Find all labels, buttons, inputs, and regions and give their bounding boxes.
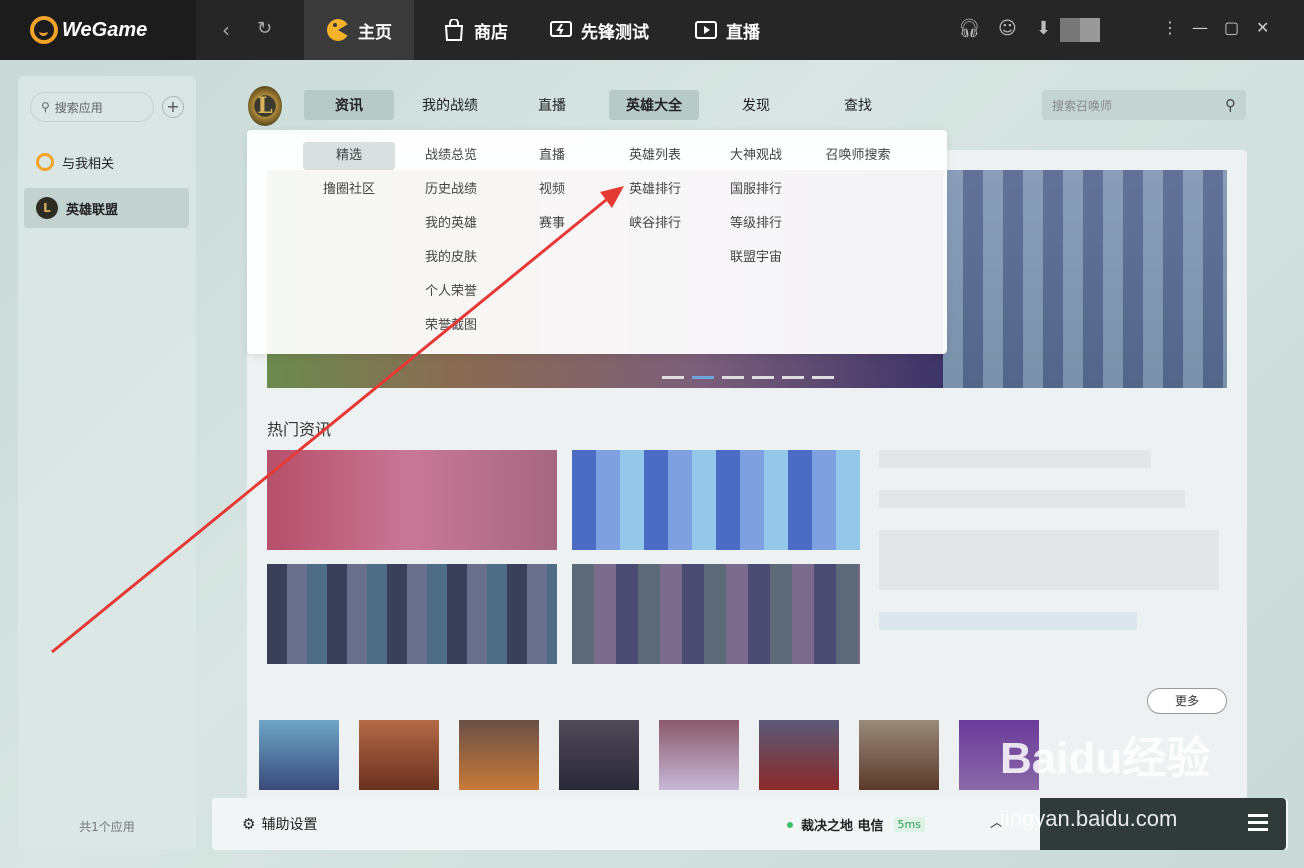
news-image[interactable] [267,564,557,664]
tab-home[interactable]: 主页 [304,0,414,60]
more-button[interactable]: 更多 [1147,688,1227,714]
pacman-icon [326,18,350,42]
tab-my-record[interactable]: 我的战绩 [408,90,492,120]
tab-news[interactable]: 资讯 [304,90,394,120]
brand-name: WeGame [62,18,148,41]
sidebar-item-label: 英雄联盟 [66,202,119,218]
menu-item-community[interactable]: 撸圈社区 [303,176,395,204]
avatar[interactable] [1060,18,1100,42]
carousel-dots[interactable] [662,376,834,379]
search-icon[interactable]: ⚲ [1225,96,1236,114]
menu-item-record-overview[interactable]: 战绩总览 [405,142,497,170]
download-icon[interactable]: ⬇︎ [1036,18,1051,39]
more-menu-icon[interactable]: ⋮ [1162,18,1178,37]
server-status-dot [787,821,793,828]
menu-item-hero-list[interactable]: 英雄列表 [609,142,701,170]
wegame-logo[interactable]: WeGame [0,0,196,60]
ping-badge: 5ms [893,817,925,832]
tab-live[interactable]: 直播 [672,0,782,60]
add-app-button[interactable]: + [162,96,184,118]
menu-item-server-ranking[interactable]: 国服排行 [710,176,802,204]
section-title: 热门资讯 [267,420,332,439]
menu-item-rift-ranking[interactable]: 峡谷排行 [609,210,701,238]
refresh-icon[interactable]: ↻ [257,18,272,39]
menu-item-history[interactable]: 历史战绩 [405,176,497,204]
menu-item-spectate[interactable]: 大神观战 [710,142,802,170]
maximize-icon[interactable]: ▢ [1224,18,1239,37]
menu-item-honor-screenshots[interactable]: 荣誉截图 [405,312,497,340]
app-count: 共1个应用 [79,820,135,834]
baidu-watermark: Baidu经验 [1000,734,1211,783]
app-search-input[interactable]: ⚲ 搜索应用 [30,92,154,122]
tab-live-label: 直播 [726,22,760,43]
menu-item-universe[interactable]: 联盟宇宙 [710,244,802,272]
baidu-watermark-url: jingyan.baidu.com [1000,806,1178,831]
back-arrow-icon[interactable]: ‹ [222,18,230,42]
heroes-dropdown-menu: 精选 撸圈社区 战绩总览 历史战绩 我的英雄 我的皮肤 个人荣誉 荣誉截图 直播… [247,130,947,354]
menu-item-video[interactable]: 视频 [506,176,598,204]
tab-discover[interactable]: 发现 [716,90,796,120]
sidebar: ⚲ 搜索应用 + 与我相关 L 英雄联盟 共1个应用 [18,76,196,850]
lightning-monitor-icon [549,18,573,42]
tab-store-label: 商店 [474,22,508,43]
wegame-related-icon [36,153,54,171]
search-icon: ⚲ [41,100,50,114]
app-search-placeholder: 搜索应用 [54,100,103,115]
assist-settings-label: 辅助设置 [261,817,318,833]
menu-item-honors[interactable]: 个人荣誉 [405,278,497,306]
hero-thumbnail[interactable] [659,720,739,790]
hero-thumbnail[interactable] [759,720,839,790]
news-list [879,450,1219,652]
menu-item-my-skins[interactable]: 我的皮肤 [405,244,497,272]
sidebar-item-related[interactable]: 与我相关 [24,142,189,182]
lol-logo[interactable]: L [248,86,282,126]
news-image[interactable] [572,564,860,664]
banner-mosaic [943,170,1227,388]
hero-thumbnail[interactable] [359,720,439,790]
hero-thumbnail[interactable] [559,720,639,790]
news-image[interactable] [572,450,860,550]
bag-icon [442,18,466,42]
play-icon [694,18,718,42]
wegame-logo-icon [30,16,58,44]
sidebar-item-label: 与我相关 [62,156,115,172]
gear-icon: ⚙ [242,815,256,833]
menu-item-hero-ranking[interactable]: 英雄排行 [609,176,701,204]
main-content: L 资讯 我的战绩 直播 英雄大全 发现 查找 搜索召唤师 ⚲ 热门资讯 更多 … [212,76,1304,816]
minimize-icon[interactable]: — [1192,18,1208,37]
tab-pioneer-test-label: 先锋测试 [581,22,649,43]
headset-icon[interactable]: 🎧︎ [958,18,981,39]
hero-thumbnail[interactable] [259,720,339,790]
hero-thumbnail[interactable] [459,720,539,790]
menu-item-my-heroes[interactable]: 我的英雄 [405,210,497,238]
close-icon[interactable]: ✕ [1256,18,1269,37]
summoner-search-placeholder: 搜索召唤师 [1052,98,1113,113]
menu-item-summoner-search[interactable]: 召唤师搜索 [812,142,904,170]
server-selector[interactable]: 裁决之地 电信 5ms [787,815,925,834]
lol-icon: L [36,197,58,219]
hero-thumbnail[interactable] [859,720,939,790]
tab-home-label: 主页 [358,22,392,43]
assist-settings-button[interactable]: ⚙ 辅助设置 [242,814,317,834]
menu-item-level-ranking[interactable]: 等级排行 [710,210,802,238]
server-name: 裁决之地 电信 [801,819,884,834]
menu-icon[interactable] [1248,814,1268,835]
tab-find[interactable]: 查找 [818,90,898,120]
sidebar-item-lol[interactable]: L 英雄联盟 [24,188,189,228]
hero-thumbnails [259,720,1039,790]
tab-live[interactable]: 直播 [512,90,592,120]
summoner-search-input[interactable]: 搜索召唤师 ⚲ [1042,90,1246,120]
news-image[interactable] [267,450,557,550]
message-icon[interactable]: ☺ [998,18,1017,39]
tab-heroes[interactable]: 英雄大全 [609,90,699,120]
tab-store[interactable]: 商店 [420,0,530,60]
menu-item-featured[interactable]: 精选 [303,142,395,170]
tab-pioneer-test[interactable]: 先锋测试 [527,0,671,60]
menu-item-live[interactable]: 直播 [506,142,598,170]
menu-item-events[interactable]: 赛事 [506,210,598,238]
title-bar: WeGame ‹ ↻ 主页 商店 先锋测试 直播 🎧︎ ☺ ⬇︎ ⋮ — ▢ ✕ [0,0,1304,60]
